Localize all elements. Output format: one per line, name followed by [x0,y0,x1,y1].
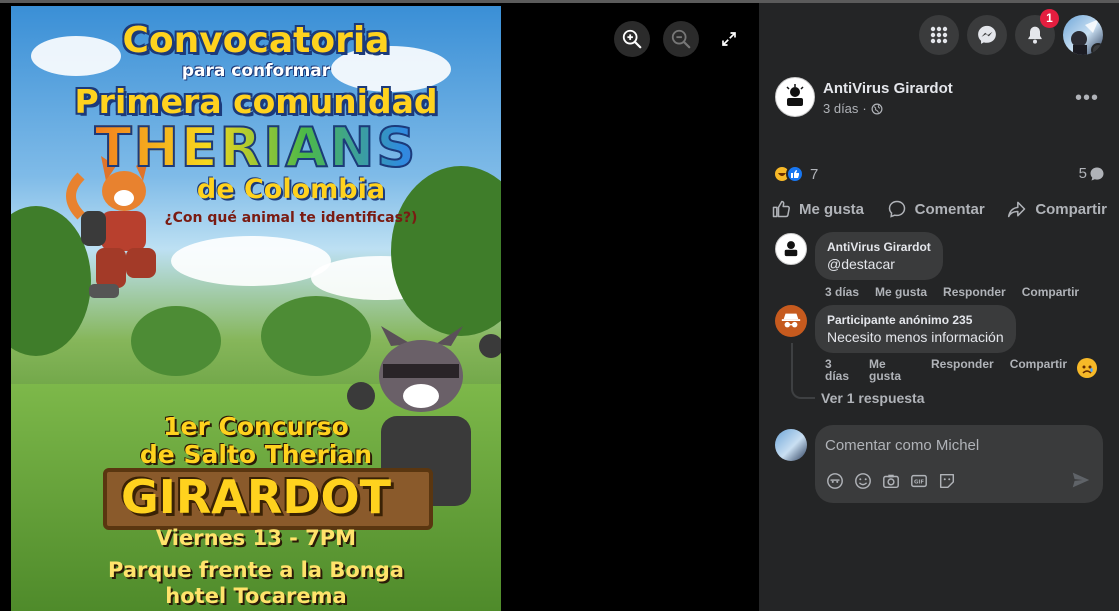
zoom-in-icon [622,29,642,49]
comment-reply-button[interactable]: Responder [943,285,1006,299]
poster-title: Convocatoria [122,20,390,61]
comment-text: @destacar [827,256,895,272]
comment-share-button[interactable]: Compartir [1010,358,1067,382]
poster-country: de Colombia [196,174,386,205]
zoom-in-button[interactable] [614,21,650,57]
zoom-out-icon [671,29,691,49]
composer-avatar[interactable] [775,429,807,461]
comment-actions: 3 días Me gusta Responder Compartir [825,358,1067,382]
send-icon[interactable] [1070,469,1092,491]
comment-like-button[interactable]: Me gusta [875,285,927,299]
like-button[interactable]: Me gusta [771,199,864,219]
poster-contest-line1: 1er Concurso [163,412,349,441]
comment-bubble: AntiVirus Girardot @destacar [815,232,943,280]
post-author-name[interactable]: AntiVirus Girardot [823,80,953,97]
share-icon [1008,201,1026,218]
post-actions: Me gusta Comentar Compartir [771,191,1107,227]
reaction-count: 7 [810,165,819,183]
more-options-icon[interactable]: ••• [1075,87,1099,110]
comment-time[interactable]: 3 días [825,285,859,299]
post-time[interactable]: 3 días [823,101,858,116]
comment-author-name[interactable]: Participante anónimo 235 [827,313,1004,327]
poster-therians: THERIANS [11,115,501,180]
messenger-button[interactable] [967,15,1007,55]
comment-bubble-icon [1090,167,1104,180]
photo-viewer-page: Convocatoria para conformar Primera comu… [0,0,1119,611]
fullscreen-button[interactable] [711,21,747,57]
comment-author-name[interactable]: AntiVirus Girardot [827,240,931,254]
poster-location-line1: Parque frente a la Bonga [108,558,404,582]
comment-author-avatar[interactable] [775,233,807,265]
poster-question: ¿Con qué animal te identificas?) [164,210,418,226]
comment-button[interactable]: Comentar [887,199,985,219]
messenger-icon [978,25,996,44]
poster-city: GIRARDOT [121,470,391,524]
post-panel: 1 AntiVirus Girardot 3 días · ••• 7 5 Me… [759,0,1119,611]
bell-icon [1028,26,1042,44]
thumbs-up-icon [772,200,790,218]
reply-thread-line [791,343,815,399]
emoji-icon [855,473,871,489]
sad-reaction-icon[interactable] [1077,358,1097,378]
post-meta: 3 días · [823,101,883,116]
emoji-button[interactable] [853,471,873,491]
notifications-badge: 1 [1040,9,1059,28]
antivirus-logo [786,84,804,106]
like-reaction-icon [786,165,804,183]
gif-button[interactable]: GIF [909,471,929,491]
anonymous-icon [781,313,801,328]
poster-contest-line2: de Salto Therian [139,440,373,469]
view-replies-link[interactable]: Ver 1 respuesta [821,390,925,406]
chevron-down-icon [1091,43,1103,55]
poster-date: Viernes 13 - 7PM [155,526,357,550]
comment-time[interactable]: 3 días [825,358,869,382]
poster-location-line2: hotel Tocarema [165,584,347,608]
comment-count[interactable]: 5 [1079,165,1105,182]
account-avatar[interactable] [1063,15,1103,55]
reactions-summary[interactable]: 7 [773,165,818,183]
avatar-sticker-icon [827,473,843,489]
menu-button[interactable] [919,15,959,55]
globe-icon [871,103,883,114]
antivirus-logo [784,241,798,257]
zoom-out-button[interactable] [663,21,699,57]
comment-composer: GIF [815,425,1103,503]
comment-reply-button[interactable]: Responder [931,358,994,382]
gif-icon: GIF [911,474,927,488]
anonymous-avatar[interactable] [775,305,807,337]
sticker-button[interactable] [937,471,957,491]
comment-icon [888,200,905,218]
camera-icon [883,474,899,489]
menu-grid-icon [930,26,948,44]
photo-button[interactable] [881,471,901,491]
notifications-button[interactable]: 1 [1015,9,1059,55]
comment-share-button[interactable]: Compartir [1022,285,1079,299]
fullscreen-icon [722,32,736,46]
comment-text: Necesito menos información [827,329,1004,345]
author-avatar[interactable] [775,77,815,117]
poster-subtitle: para conformar [181,61,331,81]
comment-like-button[interactable]: Me gusta [869,358,931,382]
comment-input[interactable] [825,433,1085,457]
share-button[interactable]: Compartir [1007,199,1107,219]
sticker-icon [939,473,955,489]
comment-bubble: Participante anónimo 235 Necesito menos … [815,305,1016,353]
avatar-sticker-button[interactable] [825,471,845,491]
poster-image: Convocatoria para conformar Primera comu… [11,6,501,611]
comment-actions: 3 días Me gusta Responder Compartir [825,285,1079,299]
svg-text:GIF: GIF [914,480,924,486]
photo-viewer: Convocatoria para conformar Primera comu… [0,0,759,611]
